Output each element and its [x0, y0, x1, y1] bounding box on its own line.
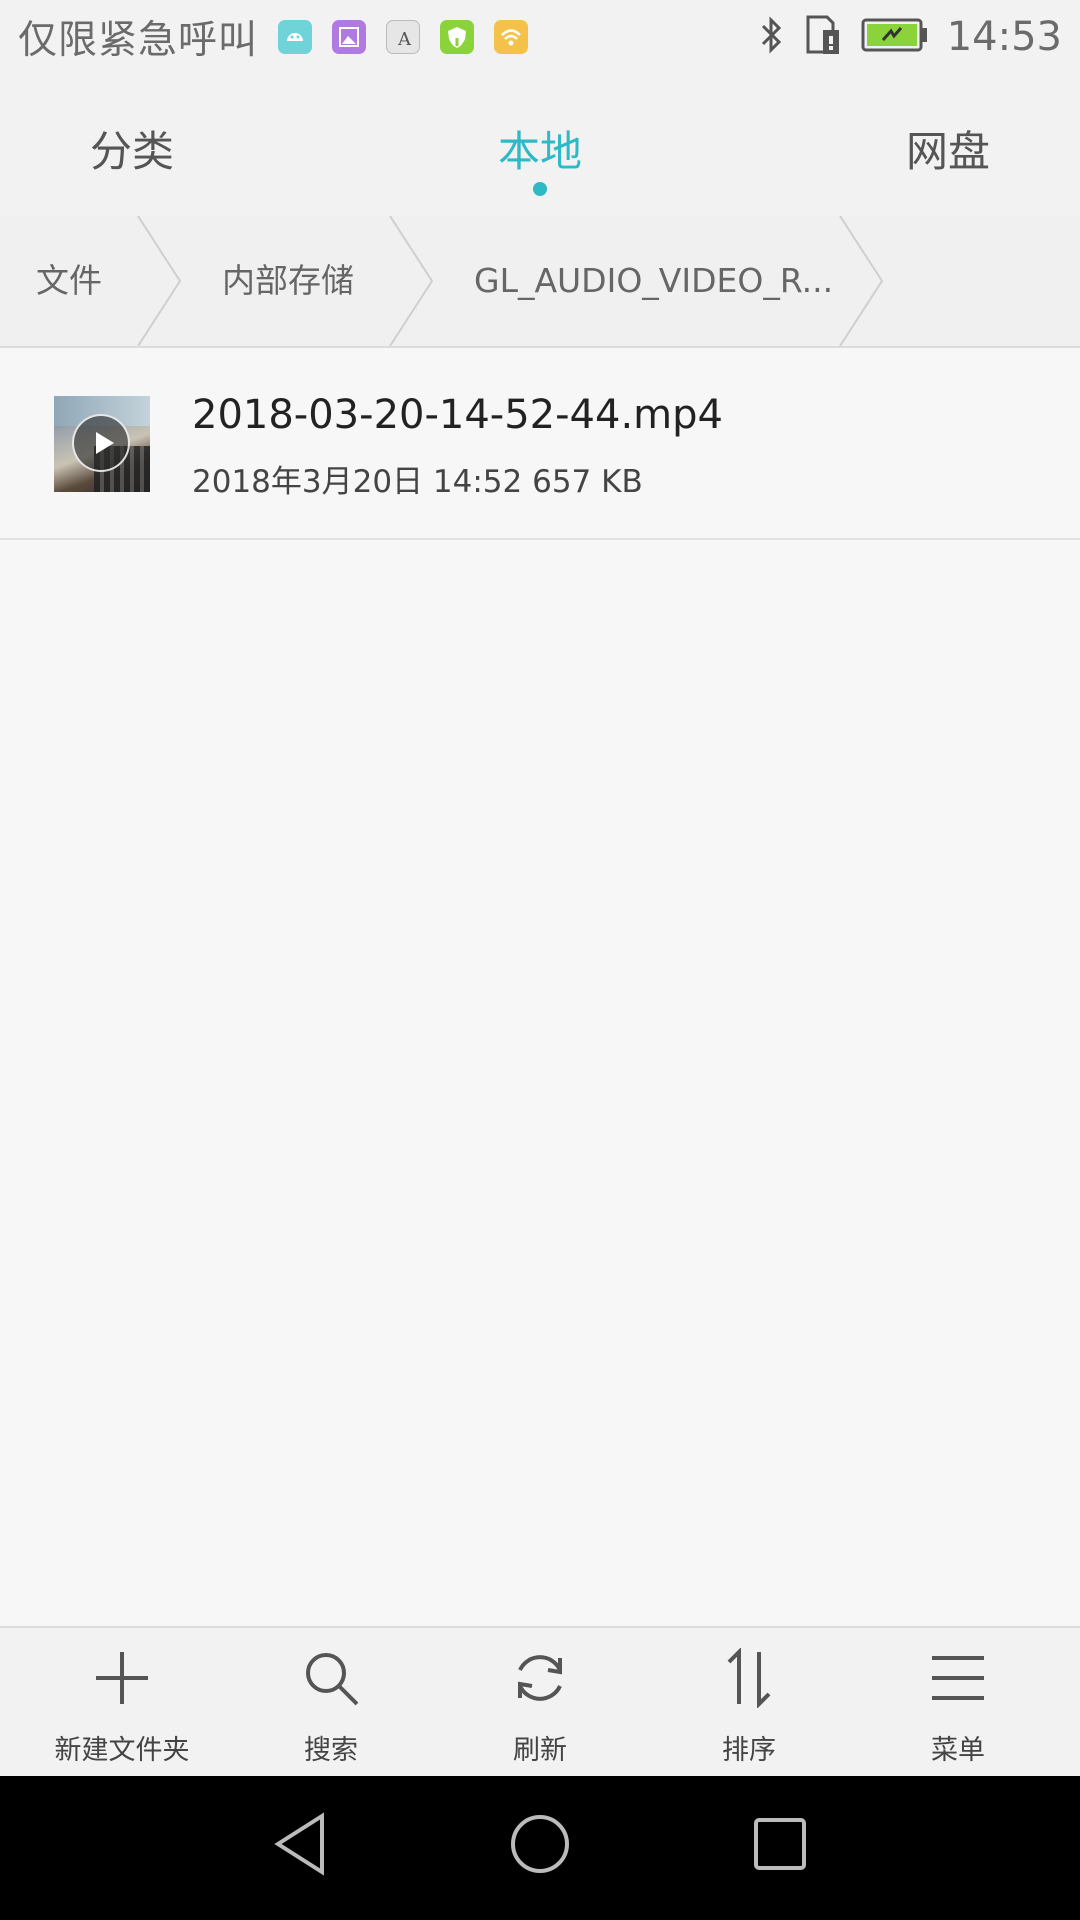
back-icon[interactable] — [272, 1812, 328, 1876]
breadcrumb-item-files[interactable]: 文件 — [36, 216, 102, 346]
carrier-text: 仅限紧急呼叫 — [18, 18, 259, 63]
breadcrumb-separator — [839, 216, 884, 346]
bottom-toolbar: 新建文件夹 搜索 刷新 排序 菜单 — [0, 1626, 1080, 1778]
sort-icon — [727, 1648, 771, 1708]
gallery-icon — [332, 20, 367, 54]
menu-button[interactable]: 菜单 — [854, 1628, 1062, 1778]
recents-icon[interactable] — [752, 1812, 808, 1876]
menu-label: 菜单 — [931, 1735, 985, 1766]
top-tabs: 分类 本地 网盘 — [0, 74, 1080, 218]
list-item[interactable]: 2018-03-20-14-52-44.mp4 2018年3月20日 14:52… — [0, 348, 1080, 540]
android-icon — [278, 20, 313, 54]
battery-charging-icon — [861, 16, 929, 58]
file-name: 2018-03-20-14-52-44.mp4 — [192, 392, 723, 438]
search-label: 搜索 — [304, 1735, 358, 1766]
plus-icon — [96, 1652, 148, 1704]
status-right: 14:53 — [739, 10, 1062, 64]
video-thumbnail — [54, 396, 150, 492]
wifi-icon — [494, 20, 529, 54]
tab-local[interactable]: 本地 — [498, 118, 582, 179]
system-nav-bar — [0, 1776, 1080, 1920]
new-folder-button[interactable]: 新建文件夹 — [18, 1628, 226, 1778]
status-left: 仅限紧急呼叫 A — [18, 10, 529, 64]
new-folder-label: 新建文件夹 — [54, 1735, 190, 1766]
tab-cloud-disk[interactable]: 网盘 — [906, 118, 990, 179]
search-icon — [306, 1653, 359, 1706]
breadcrumb-item-current-folder[interactable]: GL_AUDIO_VIDEO_R... — [474, 216, 833, 346]
bluetooth-icon — [757, 14, 787, 60]
refresh-button[interactable]: 刷新 — [436, 1628, 644, 1778]
breadcrumb-separator — [137, 216, 182, 346]
font-icon: A — [386, 20, 421, 54]
sim-icon — [805, 14, 843, 60]
refresh-label: 刷新 — [513, 1735, 567, 1766]
menu-icon — [932, 1656, 984, 1700]
refresh-icon — [518, 1655, 562, 1701]
sort-label: 排序 — [722, 1735, 776, 1766]
status-bar: 仅限紧急呼叫 A 14:53 — [0, 0, 1080, 74]
home-icon[interactable] — [508, 1812, 572, 1876]
play-icon — [72, 414, 130, 472]
tab-category[interactable]: 分类 — [90, 118, 174, 179]
breadcrumb-item-internal-storage[interactable]: 内部存储 — [222, 216, 354, 346]
sort-button[interactable]: 排序 — [645, 1628, 853, 1778]
breadcrumb-separator — [389, 216, 434, 346]
breadcrumb: 文件 内部存储 GL_AUDIO_VIDEO_R... — [0, 216, 1080, 348]
shield-icon — [440, 20, 475, 54]
file-meta: 2018年3月20日 14:52 657 KB — [192, 464, 643, 500]
search-button[interactable]: 搜索 — [227, 1628, 435, 1778]
active-tab-indicator — [533, 182, 547, 196]
clock: 14:53 — [946, 14, 1062, 60]
svg-text:A: A — [397, 29, 412, 50]
